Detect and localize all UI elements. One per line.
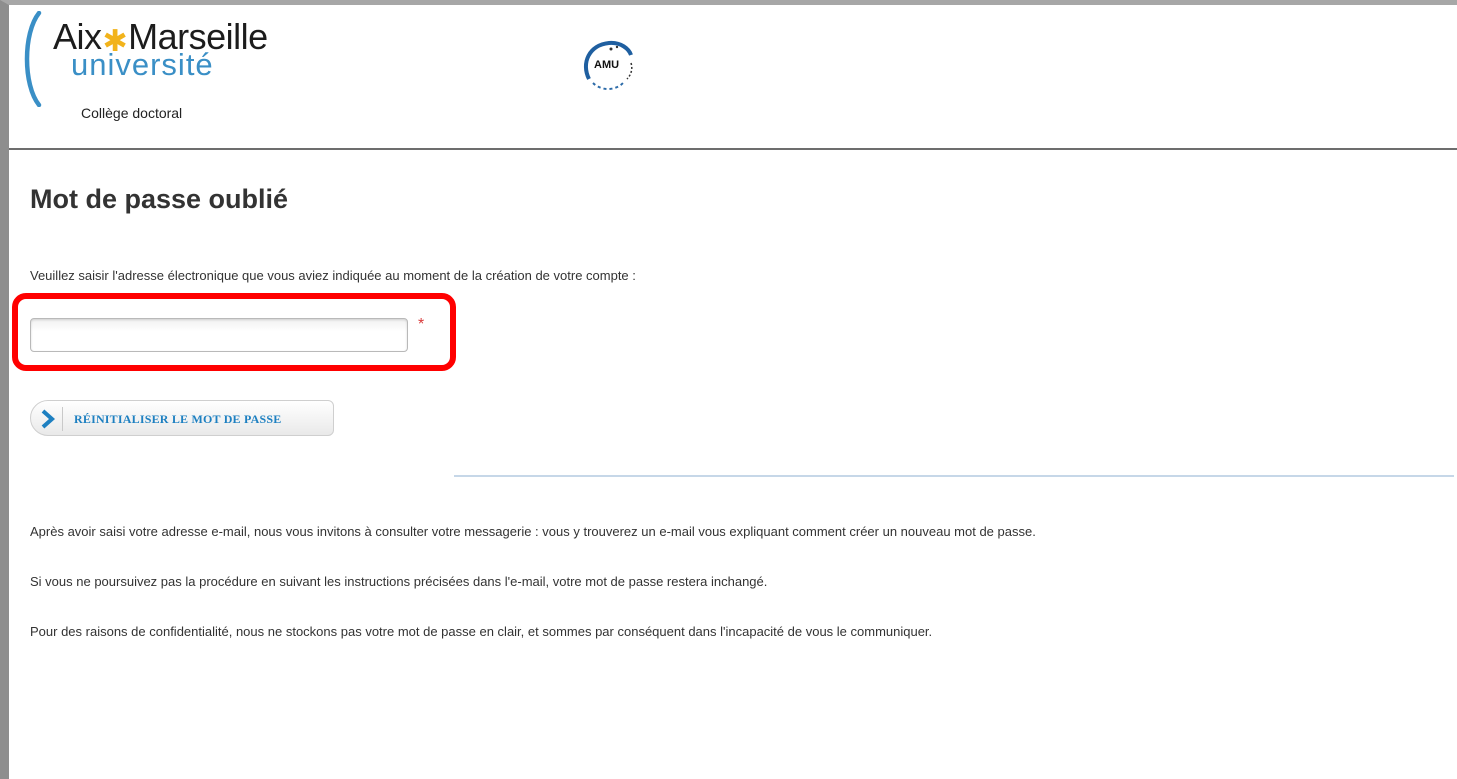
chevron-right-icon: [41, 409, 56, 429]
reset-password-button[interactable]: RÉINITIALISER LE MOT DE PASSE: [30, 400, 334, 436]
email-field[interactable]: [30, 318, 408, 352]
button-separator: [62, 407, 63, 431]
required-indicator: *: [418, 316, 425, 333]
info-paragraph: Après avoir saisi votre adresse e-mail, …: [30, 524, 1036, 539]
info-paragraph: Pour des raisons de confidentialité, nou…: [30, 624, 933, 639]
section-divider: [454, 475, 1454, 477]
instruction-text: Veuillez saisir l'adresse électronique q…: [30, 268, 636, 283]
site-header: Aix✱Marseille université Collège doctora…: [9, 5, 1457, 150]
brand-parenthesis-icon: [24, 11, 42, 107]
reset-password-label: RÉINITIALISER LE MOT DE PASSE: [74, 412, 282, 426]
info-paragraph: Si vous ne poursuivez pas la procédure e…: [30, 574, 768, 589]
brand-college-doctoral: Collège doctoral: [81, 105, 183, 121]
page-title: Mot de passe oublié: [30, 184, 289, 214]
brand-universite: université: [71, 47, 214, 82]
seal-label: AMU: [594, 59, 620, 71]
